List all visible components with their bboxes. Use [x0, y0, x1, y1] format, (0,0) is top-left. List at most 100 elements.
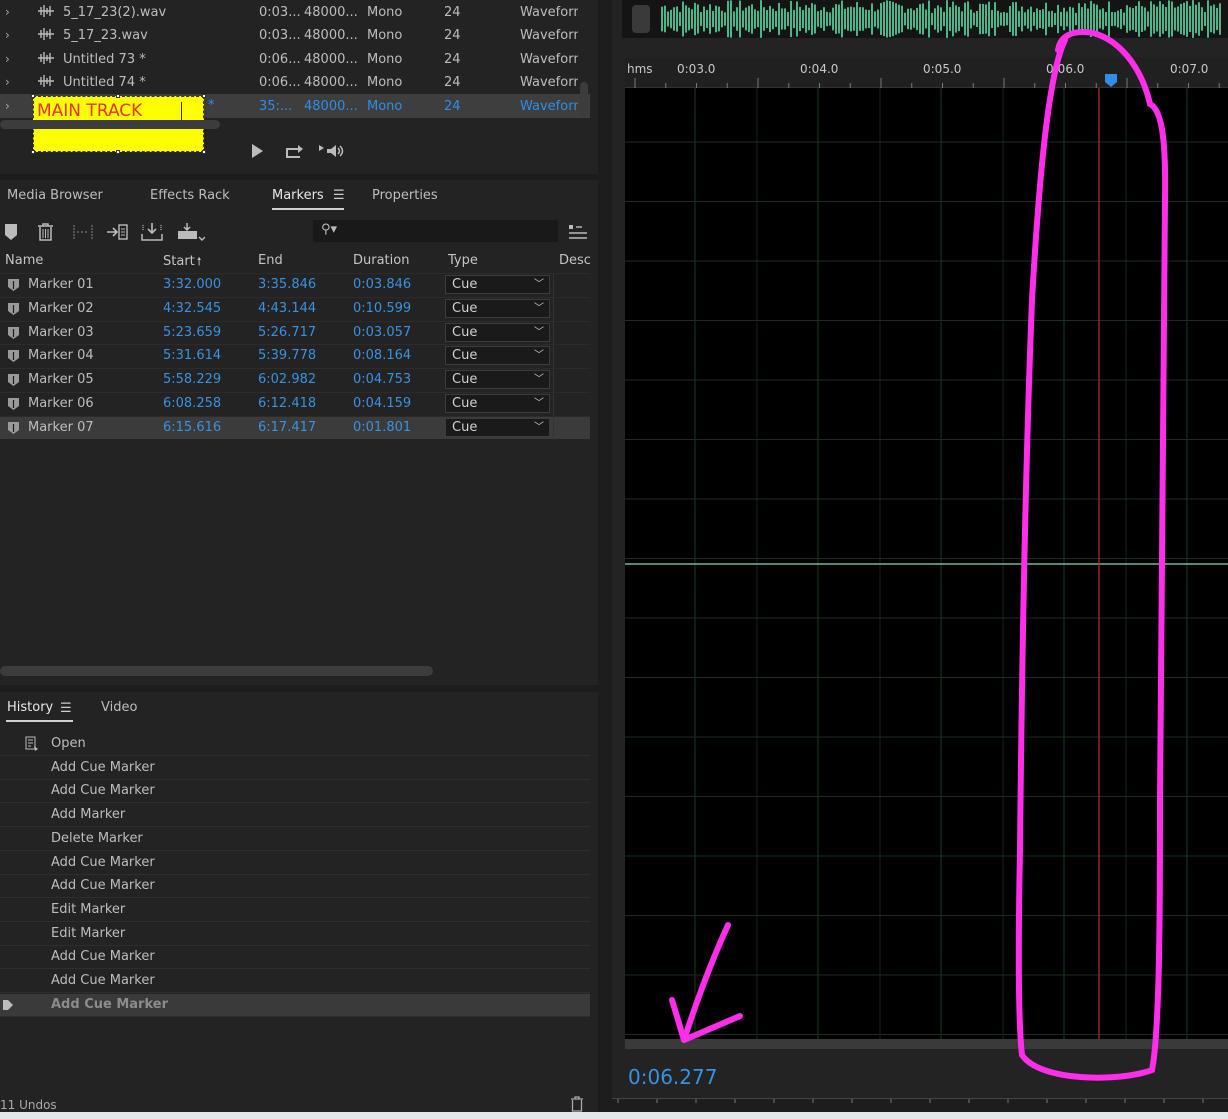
marker-end[interactable]: 6:12.418 [258, 396, 316, 411]
marker-start[interactable]: 3:32.000 [163, 277, 221, 292]
tab-properties[interactable]: Properties [372, 188, 438, 203]
history-item[interactable]: Add Cue Marker [0, 780, 590, 804]
tab-media-browser[interactable]: Media Browser [7, 188, 103, 203]
marker-start[interactable]: 5:23.659 [163, 325, 221, 340]
marker-duration[interactable]: 0:01.801 [353, 420, 411, 435]
marker-type-select[interactable]: Cue ﹀ [445, 370, 550, 390]
marker-duration[interactable]: 0:04.159 [353, 396, 411, 411]
marker-end[interactable]: 3:35.846 [258, 277, 316, 292]
marker-start[interactable]: 6:15.616 [163, 420, 221, 435]
column-header-end[interactable]: End [258, 253, 283, 268]
marker-name[interactable]: Marker 07 [28, 420, 94, 435]
marker-start[interactable]: 5:58.229 [163, 372, 221, 387]
marker-name[interactable]: Marker 03 [28, 325, 94, 340]
marker-list-options-icon[interactable] [568, 224, 588, 242]
marker-start[interactable]: 6:08.258 [163, 396, 221, 411]
expand-chevron-icon[interactable]: › [5, 99, 10, 113]
history-item[interactable]: Add Cue Marker [0, 993, 590, 1017]
marker-type-select[interactable]: Cue ﹀ [445, 394, 550, 413]
tab-markers[interactable]: Markers [272, 188, 324, 203]
tab-video[interactable]: Video [101, 700, 137, 715]
expand-chevron-icon[interactable]: › [5, 75, 10, 89]
overview-waveform[interactable] [622, 0, 1228, 38]
marker-start[interactable]: 4:32.545 [163, 301, 221, 316]
panel-menu-icon[interactable]: ☰ [60, 701, 72, 716]
marker-type-select[interactable]: Cue ﹀ [445, 346, 550, 366]
column-header-type[interactable]: Type [448, 253, 478, 268]
marker-end[interactable]: 6:17.417 [258, 420, 316, 435]
file-row[interactable]: › 5_17_23.wav 0:03... 48000... Mono 24 Wavefor… [0, 23, 590, 47]
expand-chevron-icon[interactable]: › [5, 5, 10, 19]
marker-name[interactable]: Marker 06 [28, 396, 94, 411]
marker-type-select[interactable]: Cue ﹀ [445, 275, 550, 294]
marker-search-input[interactable]: ⚲▾ [313, 220, 558, 242]
marker-end[interactable]: 6:02.982 [258, 372, 316, 387]
playhead-marker [1105, 74, 1117, 87]
history-item[interactable]: Add Cue Marker [0, 946, 590, 970]
waveform-display[interactable] [625, 88, 1228, 1039]
markers-horizontal-scrollbar[interactable] [0, 666, 433, 676]
marker-row[interactable]: Marker 01 3:32.000 3:35.846 0:03.846 Cue ﹀ [0, 273, 590, 297]
export-range-icon[interactable] [141, 222, 163, 242]
time-ruler[interactable]: hms 0:03.0 0:04.0 0:05.0 0:06.0 0:07.0 [625, 58, 1228, 88]
column-header-description[interactable]: Desc [559, 253, 591, 268]
editor-horizontal-scrollbar[interactable] [625, 1039, 1228, 1049]
marker-row[interactable]: Marker 06 6:08.258 6:12.418 0:04.159 Cue ﹀ [0, 392, 590, 416]
marker-end[interactable]: 5:39.778 [258, 348, 316, 363]
file-row[interactable]: › Untitled 73 * 0:06... 48000... Mono 24 Wavef… [0, 47, 590, 71]
marker-end[interactable]: 4:43.144 [258, 301, 316, 316]
history-item[interactable]: Delete Marker [0, 828, 590, 851]
panel-menu-icon[interactable]: ☰ [333, 188, 345, 203]
marker-row[interactable]: Marker 04 5:31.614 5:39.778 0:08.164 Cue ﹀ [0, 344, 590, 369]
marker-name[interactable]: Marker 01 [28, 277, 94, 292]
expand-chevron-icon[interactable]: › [5, 52, 10, 66]
marker-duration[interactable]: 0:08.164 [353, 348, 411, 363]
marker-row[interactable]: Marker 07 6:15.616 6:17.417 0:01.801 Cue ﹀ [0, 415, 590, 440]
file-row[interactable]: › Untitled 74 * 0:06... 48000... Mono 24 Wavef… [0, 70, 590, 94]
marker-name[interactable]: Marker 04 [28, 348, 94, 363]
delete-marker-icon[interactable] [37, 222, 54, 242]
tab-effects-rack[interactable]: Effects Rack [150, 188, 230, 203]
batch-process-icon[interactable] [177, 222, 205, 242]
marker-row[interactable]: Marker 02 4:32.545 4:43.144 0:10.599 Cue ﹀ [0, 296, 590, 321]
marker-duration[interactable]: 0:10.599 [353, 301, 411, 316]
history-item[interactable]: Add Cue Marker [0, 970, 590, 993]
clear-history-icon[interactable] [570, 1096, 584, 1112]
marker-type-select[interactable]: Cue ﹀ [445, 322, 550, 342]
play-icon[interactable] [250, 142, 264, 160]
rename-text[interactable]: MAIN TRACK [37, 101, 142, 121]
history-item[interactable]: Edit Marker [0, 923, 590, 946]
marker-type-select[interactable]: Cue ﹀ [445, 417, 550, 437]
marker-name[interactable]: Marker 05 [28, 372, 94, 387]
history-item[interactable]: Edit Marker [0, 899, 590, 922]
insert-into-playlist-icon[interactable] [106, 223, 128, 241]
marker-row[interactable]: Marker 03 5:23.659 5:26.717 0:03.057 Cue ﹀ [0, 320, 590, 345]
column-header-duration[interactable]: Duration [353, 253, 409, 268]
marker-start[interactable]: 5:31.614 [163, 348, 221, 363]
file-format: Waveform [520, 74, 578, 90]
marker-name[interactable]: Marker 02 [28, 301, 94, 316]
files-horizontal-scrollbar[interactable] [0, 120, 220, 129]
column-header-name[interactable]: Name [5, 253, 43, 268]
history-item[interactable]: Open [0, 733, 590, 756]
column-header-start[interactable]: Start 🠕 [163, 253, 202, 272]
history-item[interactable]: Add Cue Marker [0, 875, 590, 899]
marker-duration[interactable]: 0:03.057 [353, 325, 411, 340]
history-item[interactable]: Add Cue Marker [0, 757, 590, 780]
merge-markers-icon[interactable] [71, 224, 95, 240]
file-row[interactable]: › 5_17_23(2).wav 0:03... 48000... Mono 24 Wave… [0, 0, 590, 24]
history-item[interactable]: Add Marker [0, 804, 590, 828]
expand-chevron-icon[interactable]: › [5, 28, 10, 42]
loop-icon[interactable] [284, 142, 304, 160]
add-marker-icon[interactable] [4, 223, 18, 241]
tab-history[interactable]: History [7, 700, 53, 715]
marker-end[interactable]: 5:26.717 [258, 325, 316, 340]
marker-type-select[interactable]: Cue ﹀ [445, 298, 550, 318]
marker-duration[interactable]: 0:04.753 [353, 372, 411, 387]
marker-row[interactable]: Marker 05 5:58.229 6:02.982 0:04.753 Cue ﹀ [0, 368, 590, 393]
history-item[interactable]: Add Cue Marker [0, 852, 590, 875]
current-time-display[interactable]: 0:06.277 [628, 1065, 717, 1089]
files-vertical-scrollbar[interactable] [580, 82, 588, 116]
marker-duration[interactable]: 0:03.846 [353, 277, 411, 292]
autoplay-speaker-icon[interactable] [318, 142, 346, 160]
